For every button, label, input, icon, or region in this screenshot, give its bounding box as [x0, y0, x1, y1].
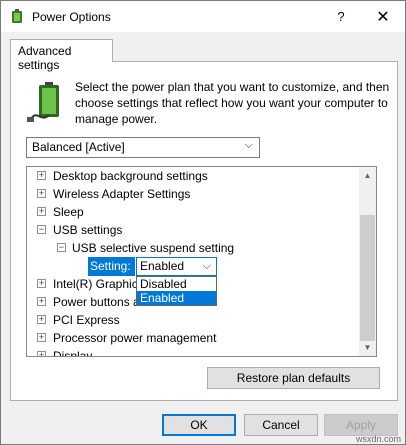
scroll-thumb[interactable] [360, 215, 375, 341]
help-button[interactable]: ? [319, 1, 363, 32]
tree-item-label: USB settings [53, 223, 123, 237]
setting-select[interactable]: Enabled ⌵ [136, 257, 217, 276]
expand-icon[interactable]: + [37, 315, 46, 324]
expand-icon[interactable]: + [37, 333, 46, 342]
cancel-button[interactable]: Cancel [244, 414, 318, 436]
tree-scrollbar[interactable]: ▲ ▼ [359, 167, 376, 356]
settings-tree[interactable]: + Desktop background settings + Wireless… [26, 166, 377, 357]
collapse-icon[interactable]: − [57, 243, 66, 252]
plan-description: Select the power plan that you want to c… [75, 80, 390, 126]
tree-item-label: Processor power management [53, 331, 217, 345]
tree-item-label: Sleep [53, 205, 84, 219]
tree-item-usb-settings[interactable]: − USB settings [27, 221, 360, 239]
power-options-dialog: Power Options ? ✕ Advanced settings Sele… [0, 0, 406, 445]
tree-item-display[interactable]: + Display [27, 347, 360, 357]
expand-icon[interactable]: + [37, 207, 46, 216]
power-options-icon [12, 9, 22, 23]
tree-item-label: Wireless Adapter Settings [53, 187, 191, 201]
window-title: Power Options [32, 10, 111, 24]
tree-item-sleep[interactable]: + Sleep [27, 203, 360, 221]
restore-plan-defaults-button[interactable]: Restore plan defaults [207, 367, 380, 389]
expand-icon[interactable]: + [37, 171, 46, 180]
setting-value: Enabled [140, 259, 185, 273]
expand-icon[interactable]: + [37, 297, 46, 306]
tree-item-label: PCI Express [53, 313, 120, 327]
setting-dropdown-list[interactable]: Disabled Enabled [136, 276, 217, 306]
help-icon: ? [337, 9, 345, 24]
option-enabled[interactable]: Enabled [137, 291, 216, 305]
tree-item-label: Display [53, 349, 93, 357]
collapse-icon[interactable]: − [37, 225, 46, 234]
chevron-down-icon: ⌵ [244, 139, 253, 151]
tree-item-processor-power[interactable]: + Processor power management [27, 329, 360, 347]
expand-icon[interactable]: + [37, 351, 46, 356]
expand-icon[interactable]: + [37, 189, 46, 198]
tab-advanced-settings[interactable]: Advanced settings [10, 39, 113, 72]
setting-label: Setting: [88, 257, 135, 276]
tree-item-desktop-background[interactable]: + Desktop background settings [27, 167, 360, 185]
apply-button[interactable]: Apply [324, 414, 398, 436]
close-button[interactable]: ✕ [361, 1, 405, 32]
ok-button[interactable]: OK [162, 414, 236, 436]
tree-item-label: USB selective suspend setting [72, 241, 235, 255]
chevron-down-icon: ⌵ [202, 260, 211, 272]
power-plan-select[interactable]: Balanced [Active] ⌵ [26, 137, 260, 158]
scroll-down-icon[interactable]: ▼ [359, 339, 376, 356]
tree-item-usb-selective-suspend[interactable]: − USB selective suspend setting [27, 239, 360, 257]
close-icon: ✕ [376, 8, 390, 26]
scroll-up-icon[interactable]: ▲ [359, 167, 376, 184]
tree-item-wireless-adapter[interactable]: + Wireless Adapter Settings [27, 185, 360, 203]
tree-item-pci-express[interactable]: + PCI Express [27, 311, 360, 329]
tree-item-label: Intel(R) Graphic [53, 277, 138, 291]
option-disabled[interactable]: Disabled [137, 277, 216, 291]
watermark: wsxdn.com [356, 434, 402, 444]
title-bar[interactable]: Power Options ? ✕ [1, 1, 405, 32]
power-plan-value: Balanced [Active] [32, 140, 125, 154]
tree-item-label: Desktop background settings [53, 169, 208, 183]
tree-item-label: Power buttons a [53, 295, 140, 309]
battery-plug-icon [27, 82, 59, 122]
expand-icon[interactable]: + [37, 279, 46, 288]
